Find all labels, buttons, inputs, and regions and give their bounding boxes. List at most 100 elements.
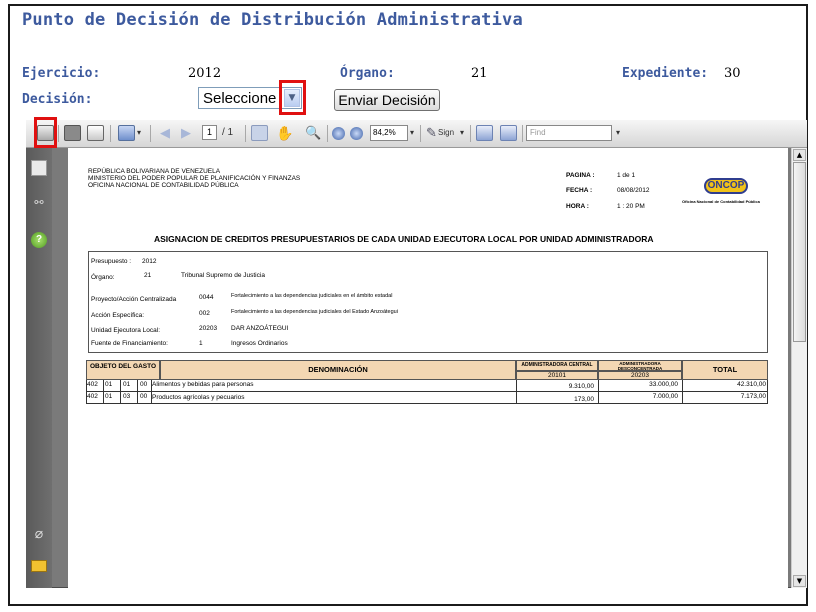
fecha-value: 08/08/2012 <box>617 187 650 194</box>
logo-badge: ONCOP <box>704 178 748 194</box>
info-label: Unidad Ejecutora Local: <box>91 327 161 334</box>
col-central-code: 20101 <box>516 371 598 380</box>
table-row-code: 00 <box>140 393 148 400</box>
save-icon[interactable] <box>64 125 81 141</box>
table-row-code: 01 <box>105 381 113 388</box>
page-number-input[interactable]: 1 <box>202 125 217 140</box>
comments-icon[interactable] <box>31 560 47 572</box>
table-row-code: 01 <box>123 381 131 388</box>
table-border <box>137 380 138 404</box>
col-desconc-code: 20203 <box>598 371 682 380</box>
organo-value: 21 <box>471 66 488 81</box>
info-box <box>88 251 768 353</box>
ejercicio-value: 2012 <box>188 66 222 81</box>
pagina-value: 1 de 1 <box>617 172 636 179</box>
info-label: Fuente de Financiamiento: <box>91 340 168 347</box>
next-page-icon[interactable]: ▶ <box>181 124 191 142</box>
zoom-dropdown-icon[interactable]: ▾ <box>410 124 414 142</box>
pdf-toolbar: ▾ ◀ ▶ 1 / 1 ✋ 🔍 84,2% ▾ ✎ Sign ▾ Find ▾ <box>26 120 807 148</box>
scroll-thumb[interactable] <box>793 162 806 342</box>
col-desconc-header: ADMINISTRADORA DESCONCENTRADA <box>598 360 682 371</box>
info-desc: Ingresos Ordinarios <box>231 340 288 347</box>
sign-button[interactable]: Sign <box>438 124 454 142</box>
toolbar-separator <box>110 125 111 142</box>
pages-icon[interactable] <box>31 160 47 176</box>
scroll-down-icon[interactable]: ▼ <box>793 575 806 587</box>
table-row-denominacion: Productos agrícolas y pecuarios <box>152 394 245 401</box>
zoom-input[interactable]: 84,2% <box>370 125 408 141</box>
table-row-total: 42.310,00 <box>737 381 766 388</box>
table-row-denominacion: Alimentos y bebidas para personas <box>152 381 254 388</box>
table-row-total: 7.173,00 <box>740 393 766 400</box>
info-code: 2012 <box>142 258 157 265</box>
fit-page-icon[interactable] <box>500 125 517 141</box>
info-code: 21 <box>144 272 152 279</box>
find-dropdown-icon[interactable]: ▾ <box>616 124 620 142</box>
table-row-code: 00 <box>140 381 148 388</box>
zoom-tool-icon[interactable]: 🔍 <box>305 124 321 142</box>
upload-dropdown-icon[interactable]: ▾ <box>137 124 141 142</box>
toolbar-separator <box>470 125 471 142</box>
oncop-logo: ONCOP Oficina Nacional de Contabilidad P… <box>682 170 770 208</box>
info-code: 1 <box>199 340 203 347</box>
help-icon[interactable]: ? <box>31 232 47 248</box>
header-line: MINISTERIO DEL PODER POPULAR DE PLANIFIC… <box>88 175 301 182</box>
info-desc: Fortalecimiento a las dependencias judic… <box>231 309 398 315</box>
zoom-out-icon[interactable] <box>332 127 345 140</box>
table-row-central: 173,00 <box>574 396 594 403</box>
hora-label: HORA : <box>566 203 589 210</box>
info-code: 20203 <box>199 325 218 332</box>
col-central-header: ADMINISTRADORA CENTRAL <box>516 360 598 371</box>
table-border <box>120 380 121 404</box>
table-border <box>151 380 152 404</box>
table-row-code: 01 <box>105 393 113 400</box>
page-total: / 1 <box>222 127 234 138</box>
info-desc: Tribunal Supremo de Justicia <box>181 272 265 279</box>
scroll-up-icon[interactable]: ▲ <box>793 149 806 161</box>
fecha-label: FECHA : <box>566 187 593 194</box>
toolbar-separator <box>522 125 523 142</box>
organo-label: Órgano: <box>340 66 395 81</box>
info-label: Órgano: <box>91 274 115 281</box>
attachment-icon[interactable]: ⌀ <box>31 526 47 542</box>
info-desc: Fortalecimiento a las dependencias judic… <box>231 293 393 299</box>
toolbar-separator <box>420 125 421 142</box>
table-border <box>767 380 768 404</box>
highlight-dropdown-arrow <box>279 80 306 115</box>
vertical-scrollbar[interactable]: ▲ ▼ <box>791 148 807 588</box>
header-line: REPÚBLICA BOLIVARIANA DE VENEZUELA <box>88 168 221 175</box>
zoom-in-icon[interactable] <box>350 127 363 140</box>
col-total-header: TOTAL <box>682 360 768 380</box>
info-label: Acción Específica: <box>91 312 145 319</box>
binoculars-icon[interactable]: ⚯ <box>31 196 47 212</box>
upload-icon[interactable] <box>118 125 135 141</box>
table-border <box>682 380 683 404</box>
decision-label: Decisión: <box>22 92 93 107</box>
row-divider <box>86 391 768 392</box>
info-label: Proyecto/Acción Centralizada <box>91 296 177 303</box>
toolbar-separator <box>58 125 59 142</box>
sign-pen-icon[interactable]: ✎ <box>426 124 437 142</box>
table-row-central: 9.310,00 <box>568 383 594 390</box>
select-text-icon[interactable] <box>251 125 268 141</box>
table-border <box>86 380 87 404</box>
logo-caption: Oficina Nacional de Contabilidad Pública <box>682 199 760 204</box>
email-icon[interactable] <box>87 125 104 141</box>
enviar-decision-button[interactable]: Enviar Decisión <box>334 89 440 111</box>
find-input[interactable]: Find <box>526 125 612 141</box>
header-line: OFICINA NACIONAL DE CONTABILIDAD PÚBLICA <box>88 182 239 189</box>
fit-width-icon[interactable] <box>476 125 493 141</box>
prev-page-icon[interactable]: ◀ <box>160 124 170 142</box>
col-objeto-header: OBJETO DEL GASTO <box>86 360 160 380</box>
toolbar-separator <box>327 125 328 142</box>
table-border <box>516 380 517 404</box>
expediente-value: 30 <box>724 66 741 81</box>
info-code: 0044 <box>199 294 214 301</box>
highlight-print-icon <box>34 117 57 148</box>
table-border <box>103 380 104 404</box>
table-row-code: 402 <box>87 393 98 400</box>
table-border <box>598 380 599 404</box>
hand-icon[interactable]: ✋ <box>276 124 293 142</box>
toolbar-separator <box>245 125 246 142</box>
sign-dropdown-icon[interactable]: ▾ <box>460 124 464 142</box>
